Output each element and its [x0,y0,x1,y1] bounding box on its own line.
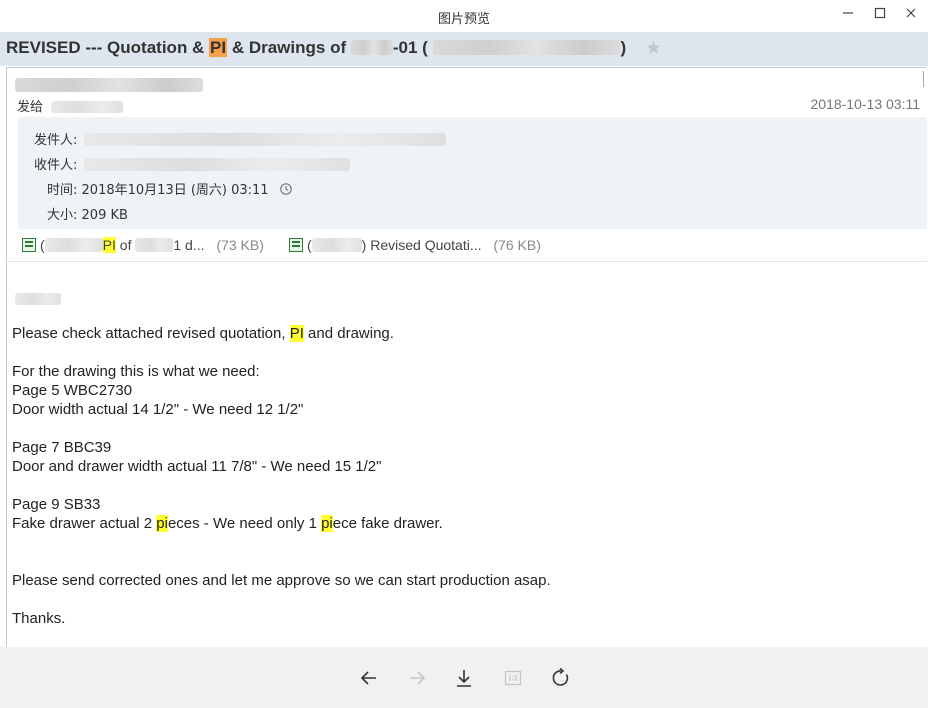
redacted-text [311,238,362,252]
body-line: Door and drawer width actual 11 7/8" - W… [12,458,382,475]
attachment-size: (76 KB) [493,237,541,253]
preview-image: REVISED --- Quotation & PI & Drawings of… [0,32,928,647]
text-highlight: pi [156,515,168,532]
close-button[interactable] [899,4,923,22]
minimize-icon [843,12,853,14]
body-line: Please send corrected ones and let me ap… [12,572,551,589]
attachment-text: of [115,237,136,253]
window-title: 图片预览 [437,12,490,27]
size-label: 大小: [47,208,78,223]
actual-size-icon [504,670,522,686]
subject-text-suffix: -01 ( [392,38,433,57]
subject-highlight: PI [209,38,228,57]
close-icon [906,8,916,18]
size-value: 209 KB [81,208,128,223]
body-line: Page 9 SB33 [12,496,101,513]
attachment-item: ( ) Revised Quotati... (76 KB) [289,237,541,253]
excel-file-icon [22,238,36,252]
redacted-sender [15,75,203,94]
attachment-item: ( PI of 1 d... (73 KB) [22,237,264,253]
previous-button[interactable] [357,666,381,690]
attachment-name: 1 d... [173,237,205,253]
scrollbar [923,71,926,87]
maximize-button[interactable] [868,4,892,22]
time-row: 时间: 2018年10月13日 (周六) 03:11 [47,179,293,198]
subject-text: REVISED --- Quotation & [6,38,210,57]
actual-size-button[interactable] [501,666,525,690]
email-details: 发件人: 收件人: 时间: 2018年10月13日 (周六) 03:11 大小:… [18,117,927,229]
arrow-right-icon [410,671,426,685]
redacted-text [350,40,393,55]
excel-file-icon [289,238,303,252]
redacted-recipient [51,101,124,113]
email-subject: REVISED --- Quotation & PI & Drawings of… [6,38,626,58]
subject-bar: REVISED --- Quotation & PI & Drawings of… [0,32,928,66]
attachments-bar: ( PI of 1 d... (73 KB) ( ) Revised Quotati… [7,230,927,262]
attachment-highlight: PI [102,237,116,253]
redacted-to [83,158,350,171]
rotate-icon [552,668,569,686]
body-line: Please check attached revised quotation,… [12,325,394,342]
text-highlight: PI [289,325,304,342]
rotate-button[interactable] [549,666,573,690]
attachment-text: ( [40,237,45,253]
download-button[interactable] [452,666,476,690]
redacted-greeting [15,288,61,307]
subject-text-mid: & Drawings of [227,38,351,57]
body-line: For the drawing this is what we need: [12,363,260,380]
redacted-text [135,238,174,252]
arrow-left-icon [360,671,376,685]
download-icon [457,670,471,687]
history-icon [279,183,292,195]
minimize-button[interactable] [836,4,860,22]
attachment-name: ) Revised Quotati... [361,237,482,253]
maximize-icon [874,7,886,19]
to-row: 收件人: [34,154,350,173]
from-label: 发件人: [34,133,78,148]
redacted-from [83,133,446,146]
star-icon: ★ [645,37,663,59]
from-row: 发件人: [34,129,446,148]
to-label: 收件人: [34,158,78,173]
size-row: 大小: 209 KB [47,204,128,223]
send-to-label: 发给 [17,100,44,115]
body-line: Page 7 BBC39 [12,439,112,456]
window-titlebar: 图片预览 [0,0,928,32]
preview-toolbar [0,647,928,708]
email-date: 2018-10-13 03:11 [810,96,921,112]
redacted-text [432,40,621,55]
subject-text-end: ) [620,38,627,57]
next-button[interactable] [405,666,429,690]
body-line: Page 5 WBC2730 [12,382,133,399]
email-card: 发给 2018-10-13 03:11 发件人: 收件人: 时间: 2018年1… [6,67,927,647]
send-to: 发给 [17,96,124,115]
body-line: Door width actual 14 1/2" - We need 12 1… [12,401,304,418]
attachment-size: (73 KB) [216,237,264,253]
body-line: Fake drawer actual 2 pieces - We need on… [12,515,443,532]
body-line: Thanks. [12,610,66,627]
attachment-text: ( [307,237,312,253]
text-highlight: pi [321,515,333,532]
time-value: 2018年10月13日 (周六) 03:11 [81,183,269,198]
time-label: 时间: [47,183,78,198]
redacted-text [44,238,103,252]
